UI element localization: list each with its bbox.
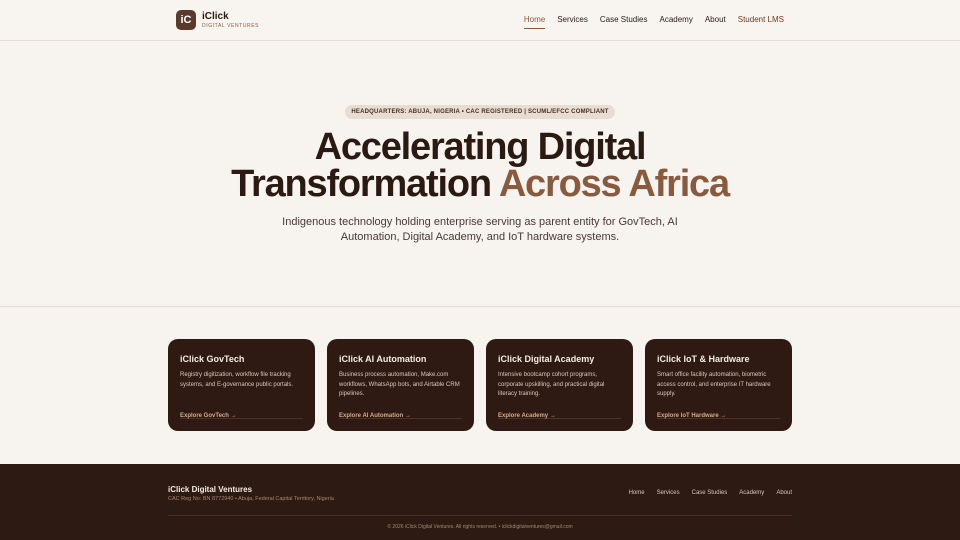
hero-title-line1: Accelerating Digital bbox=[314, 126, 647, 168]
footer-brand: iClick Digital Ventures bbox=[168, 485, 253, 494]
site-footer: iClick Digital Ventures CAC Reg No: BN 8… bbox=[0, 464, 960, 540]
card-title: iClick Digital Academy bbox=[498, 354, 595, 364]
logo-text: iClick DIGITAL VENTURES bbox=[202, 10, 260, 29]
explore-iot-hardware-link[interactable]: Explore IoT Hardware → bbox=[657, 413, 726, 419]
card-description: Smart office facility automation, biomet… bbox=[657, 372, 771, 397]
explore-ai-automation-link[interactable]: Explore AI Automation → bbox=[339, 413, 411, 419]
hero-subtitle: Indigenous technology holding enterprise… bbox=[282, 216, 678, 243]
nav-about[interactable]: About bbox=[705, 15, 726, 25]
logo[interactable]: iC iClick DIGITAL VENTURES bbox=[176, 10, 259, 30]
nav-academy[interactable]: Academy bbox=[659, 15, 692, 25]
hero-title-line2: Transformation bbox=[231, 163, 499, 205]
footer-registration: CAC Reg No: BN 8772940 • Abuja, Federal … bbox=[168, 496, 334, 502]
hero-title-accent: Across Africa bbox=[498, 163, 730, 205]
logo-subtitle: DIGITAL VENTURES bbox=[202, 22, 260, 29]
card-digital-academy: iClick Digital Academy Intensive bootcam… bbox=[486, 339, 633, 431]
headquarters-badge: HEADQUARTERS: ABUJA, NIGERIA • CAC REGIS… bbox=[345, 105, 615, 119]
card-description: Registry digitization, workflow file tra… bbox=[180, 372, 294, 388]
card-ai-automation: iClick AI Automation Business process au… bbox=[327, 339, 474, 431]
nav-services[interactable]: Services bbox=[557, 15, 588, 25]
card-iot-hardware: iClick IoT & Hardware Smart office facil… bbox=[645, 339, 792, 431]
card-title: iClick IoT & Hardware bbox=[657, 354, 750, 364]
nav-student-lms[interactable]: Student LMS bbox=[738, 15, 784, 25]
footer-nav: Home Services Case Studies Academy About bbox=[617, 490, 792, 496]
card-title: iClick GovTech bbox=[180, 354, 245, 364]
card-govtech: iClick GovTech Registry digitization, wo… bbox=[168, 339, 315, 431]
nav-case-studies[interactable]: Case Studies bbox=[600, 15, 648, 25]
hero-section: HEADQUARTERS: ABUJA, NIGERIA • CAC REGIS… bbox=[0, 41, 960, 307]
footer-divider bbox=[168, 515, 792, 516]
footer-link-case-studies[interactable]: Case Studies bbox=[692, 490, 728, 496]
footer-link-home[interactable]: Home bbox=[629, 490, 645, 496]
footer-link-services[interactable]: Services bbox=[657, 490, 680, 496]
card-description: Business process automation, Make.com wo… bbox=[339, 372, 460, 397]
footer-link-academy[interactable]: Academy bbox=[739, 490, 764, 496]
explore-academy-link[interactable]: Explore Academy → bbox=[498, 413, 556, 419]
nav-home[interactable]: Home bbox=[523, 15, 546, 29]
service-cards: iClick GovTech Registry digitization, wo… bbox=[168, 339, 792, 432]
footer-copyright: © 2026 iClick Digital Ventures. All righ… bbox=[387, 524, 573, 530]
logo-mark: iC bbox=[176, 10, 196, 30]
hero-title: Accelerating Digital Transformation Acro… bbox=[0, 126, 960, 205]
footer-link-about[interactable]: About bbox=[776, 490, 792, 496]
site-header: iC iClick DIGITAL VENTURES Home Services… bbox=[0, 0, 960, 41]
card-title: iClick AI Automation bbox=[339, 354, 427, 364]
explore-govtech-link[interactable]: Explore GovTech → bbox=[180, 413, 237, 419]
logo-name: iClick bbox=[202, 10, 229, 22]
card-description: Intensive bootcamp cohort programs, corp… bbox=[498, 372, 605, 397]
main-nav: Home Services Case Studies Academy About… bbox=[512, 15, 784, 29]
